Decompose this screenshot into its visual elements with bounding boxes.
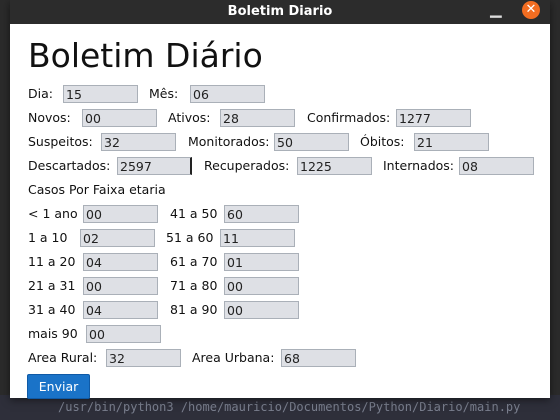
faixa-input[interactable] — [83, 301, 158, 319]
faixa-label: 31 a 40 — [28, 302, 76, 317]
monitorados-label: Monitorados: — [188, 134, 270, 149]
descartados-label: Descartados: — [28, 158, 111, 173]
area-urbana-input[interactable] — [281, 349, 356, 367]
novos-input[interactable] — [82, 109, 157, 127]
obitos-input[interactable] — [414, 133, 489, 151]
mes-label: Mês: — [149, 86, 179, 101]
minimize-icon[interactable]: ▁ — [490, 0, 502, 18]
recuperados-input[interactable] — [297, 157, 372, 175]
faixa-input[interactable] — [224, 205, 299, 223]
confirmados-label: Confirmados: — [307, 110, 391, 125]
area-rural-label: Area Rural: — [28, 350, 98, 365]
internados-label: Internados: — [383, 158, 455, 173]
confirmados-input[interactable] — [396, 109, 471, 127]
terminal-command-text: /usr/bin/python3 /home/mauricio/Document… — [58, 400, 521, 414]
faixa-label: 71 a 80 — [170, 278, 218, 293]
area-urbana-label: Area Urbana: — [192, 350, 275, 365]
ativos-input[interactable] — [220, 109, 295, 127]
faixa-label: 21 a 31 — [28, 278, 76, 293]
faixa-input[interactable] — [86, 325, 161, 343]
internados-input[interactable] — [459, 157, 534, 175]
faixa-input[interactable] — [83, 253, 158, 271]
faixa-input[interactable] — [83, 205, 158, 223]
window-title: Boletim Diario — [227, 4, 333, 19]
page-title: Boletim Diário — [28, 36, 263, 75]
faixa-label: 1 a 10 — [28, 230, 68, 245]
suspeitos-label: Suspeitos: — [28, 134, 93, 149]
dia-input[interactable] — [63, 85, 138, 103]
faixa-input[interactable] — [224, 301, 299, 319]
faixa-label: 41 a 50 — [170, 206, 218, 221]
novos-label: Novos: — [28, 110, 71, 125]
faixa-label: 61 a 70 — [170, 254, 218, 269]
title-bar[interactable]: Boletim Diario ▁ ✕ — [10, 0, 550, 24]
faixa-label: 51 a 60 — [166, 230, 214, 245]
faixa-etaria-heading: Casos Por Faixa etaria — [28, 182, 166, 197]
faixa-label: < 1 ano — [28, 206, 78, 221]
faixa-label: 11 a 20 — [28, 254, 76, 269]
ativos-label: Ativos: — [168, 110, 211, 125]
faixa-input[interactable] — [224, 253, 299, 271]
obitos-label: Óbitos: — [360, 134, 405, 149]
faixa-input[interactable] — [220, 229, 295, 247]
faixa-input[interactable] — [83, 277, 158, 295]
faixa-input[interactable] — [80, 229, 155, 247]
mes-input[interactable] — [190, 85, 265, 103]
recuperados-label: Recuperados: — [204, 158, 290, 173]
descartados-input[interactable] — [117, 157, 192, 175]
suspeitos-input[interactable] — [101, 133, 176, 151]
faixa-label: mais 90 — [28, 326, 78, 341]
dia-label: Dia: — [28, 86, 53, 101]
enviar-button[interactable]: Enviar — [27, 374, 90, 399]
close-icon[interactable]: ✕ — [522, 1, 540, 19]
boletim-window: Boletim Diario ▁ ✕ Boletim Diário Dia: M… — [10, 0, 550, 399]
faixa-input[interactable] — [224, 277, 299, 295]
faixa-label: 81 a 90 — [170, 302, 218, 317]
monitorados-input[interactable] — [274, 133, 349, 151]
area-rural-input[interactable] — [106, 349, 181, 367]
